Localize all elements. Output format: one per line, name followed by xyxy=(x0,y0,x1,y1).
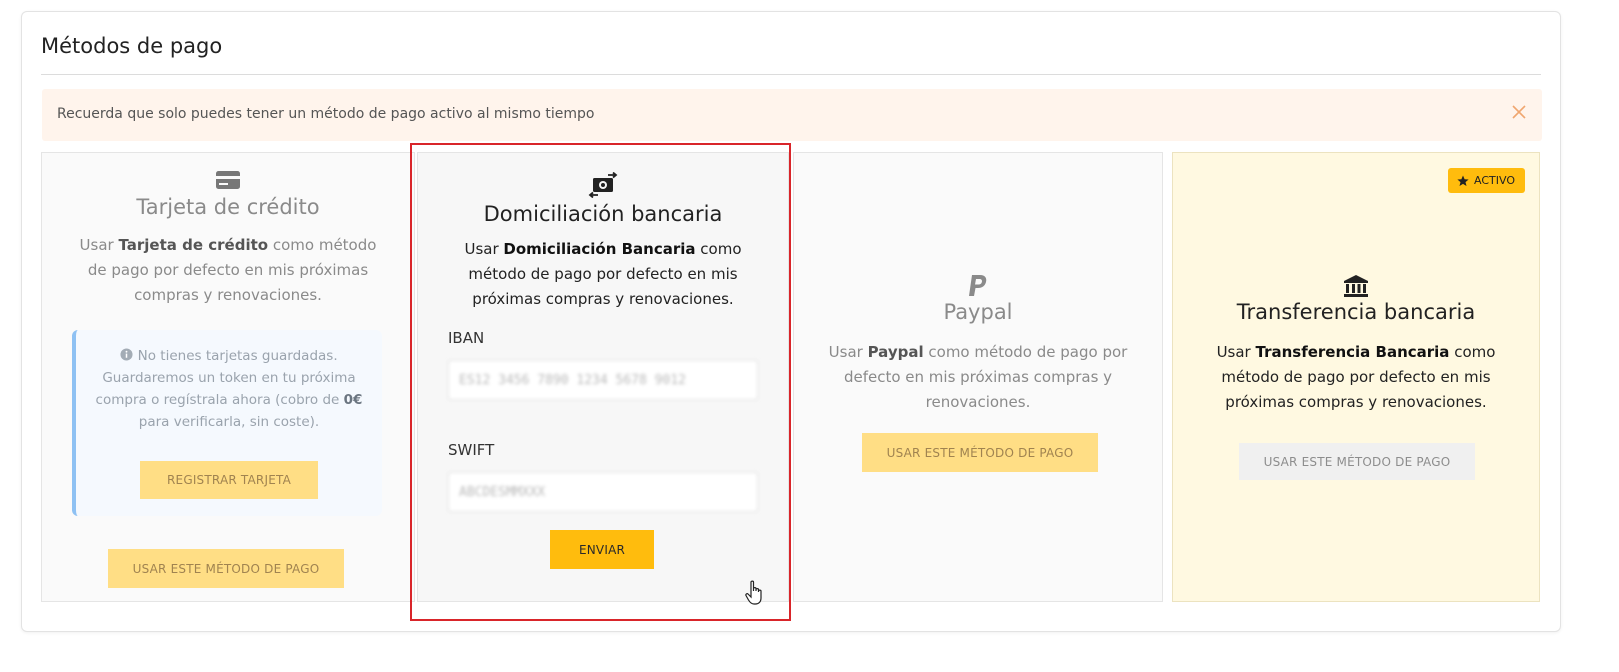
use-credit-card-button[interactable]: USAR ESTE MÉTODO DE PAGO xyxy=(108,549,344,588)
card-description: Usar Transferencia Bancaria como método … xyxy=(1216,343,1496,411)
card-bank-transfer: ACTIVO Transferencia bancaria Usar Trans… xyxy=(1172,152,1540,602)
active-badge: ACTIVO xyxy=(1448,168,1525,193)
card-direct-debit: Domiciliación bancaria Usar Domiciliació… xyxy=(417,152,789,602)
credit-card-icon xyxy=(216,171,240,189)
star-icon xyxy=(1457,175,1469,186)
card-title: Paypal xyxy=(943,300,1013,324)
iban-label: IBAN xyxy=(448,329,485,347)
card-description: Usar Paypal como método de pago por defe… xyxy=(828,343,1128,411)
card-credit-card: Tarjeta de crédito Usar Tarjeta de crédi… xyxy=(41,152,415,602)
payment-methods-panel: Métodos de pago Recuerda que solo puedes… xyxy=(21,11,1561,632)
card-description: Usar Tarjeta de crédito como método de p… xyxy=(79,236,377,304)
page-title: Métodos de pago xyxy=(41,34,223,58)
register-card-button[interactable]: REGISTRAR TARJETA xyxy=(140,461,318,499)
info-text: No tienes tarjetas guardadas. Guardaremo… xyxy=(95,348,363,430)
info-icon xyxy=(120,348,133,361)
iban-input[interactable] xyxy=(448,360,758,400)
title-divider xyxy=(41,74,1541,75)
close-icon[interactable] xyxy=(1510,103,1528,121)
submit-button[interactable]: ENVIAR xyxy=(550,530,654,569)
swift-input[interactable] xyxy=(448,472,758,512)
card-paypal: Paypal Usar Paypal como método de pago p… xyxy=(793,152,1163,602)
paypal-icon xyxy=(969,275,987,296)
money-transfer-icon xyxy=(588,172,618,198)
info-alert: Recuerda que solo puedes tener un método… xyxy=(42,89,1542,141)
swift-label: SWIFT xyxy=(448,441,495,459)
card-title: Tarjeta de crédito xyxy=(136,195,320,219)
hand-cursor-icon xyxy=(745,580,762,605)
use-bank-transfer-button[interactable]: USAR ESTE MÉTODO DE PAGO xyxy=(1239,443,1475,480)
alert-text: Recuerda que solo puedes tener un método… xyxy=(57,106,595,122)
no-cards-info-box: No tienes tarjetas guardadas. Guardaremo… xyxy=(72,330,382,516)
card-description: Usar Domiciliación Bancaria como método … xyxy=(464,240,742,308)
card-title: Domiciliación bancaria xyxy=(483,202,723,226)
card-title: Transferencia bancaria xyxy=(1236,300,1476,324)
bank-icon xyxy=(1344,275,1368,297)
use-paypal-button[interactable]: USAR ESTE MÉTODO DE PAGO xyxy=(862,433,1098,472)
